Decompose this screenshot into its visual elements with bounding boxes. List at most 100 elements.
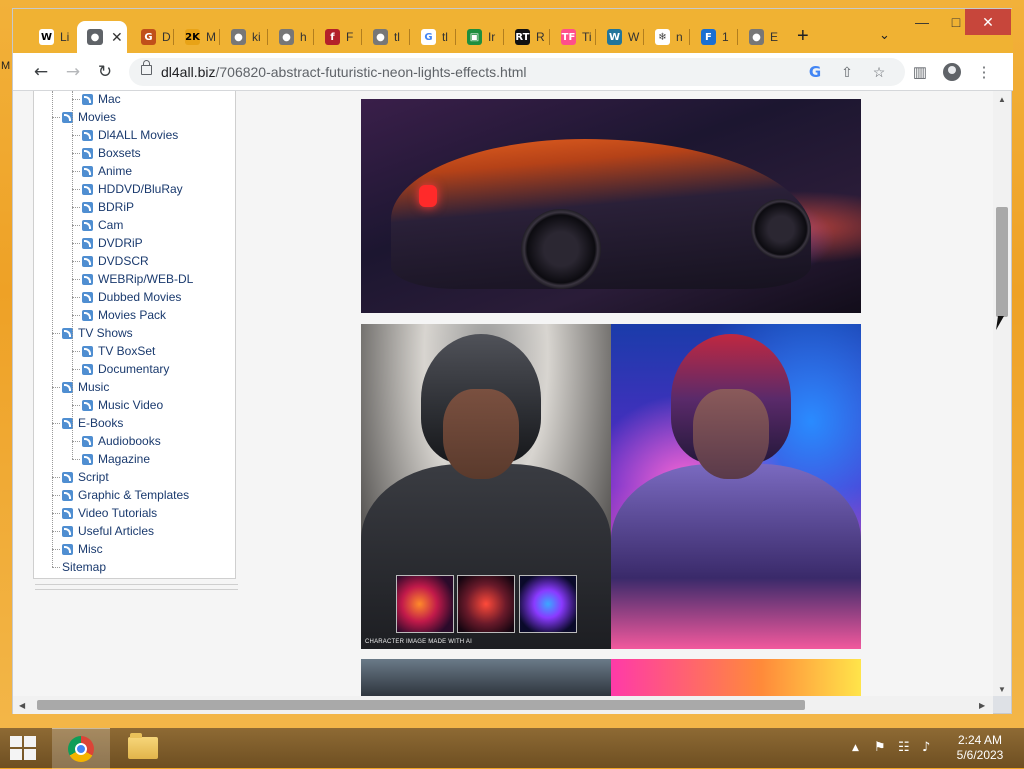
tab[interactable]: ● ki — [221, 21, 265, 53]
rss-feed-icon[interactable] — [82, 399, 93, 411]
preview-image-left[interactable] — [361, 659, 611, 696]
new-tab-button[interactable]: + — [797, 25, 809, 47]
rss-feed-icon[interactable] — [62, 471, 73, 483]
rss-feed-icon[interactable] — [82, 237, 93, 249]
rss-feed-icon[interactable] — [62, 525, 73, 537]
chrome-menu-icon[interactable]: ⋮ — [973, 61, 995, 83]
sidebar-item[interactable]: Movies — [62, 108, 116, 126]
tab[interactable]: TF Ti — [551, 21, 595, 53]
sidebar-item[interactable]: Dl4ALL Movies — [82, 126, 178, 144]
horizontal-scroll-thumb[interactable] — [37, 700, 805, 710]
taskbar-chrome-button[interactable] — [52, 728, 110, 769]
tab-search-button[interactable]: ⌄ — [879, 27, 890, 43]
preview-image-right[interactable] — [611, 659, 861, 696]
sidebar-item[interactable]: DVDSCR — [82, 252, 149, 270]
rss-feed-icon[interactable] — [82, 183, 93, 195]
sidebar-item[interactable]: Mac — [82, 91, 121, 108]
sidebar-item[interactable]: TV BoxSet — [82, 342, 155, 360]
tab[interactable]: ● E — [739, 21, 783, 53]
tab[interactable]: Gtl — [411, 21, 455, 53]
sidebar-item[interactable]: Magazine — [82, 450, 150, 468]
rss-feed-icon[interactable] — [82, 435, 93, 447]
rss-feed-icon[interactable] — [82, 363, 93, 375]
action-center-flag-icon[interactable]: ⚑ — [874, 740, 886, 755]
vertical-scroll-thumb[interactable] — [996, 207, 1008, 317]
address-bar[interactable]: dl4all.biz/706820-abstract-futuristic-ne… — [129, 58, 905, 86]
start-button[interactable] — [10, 736, 36, 760]
rss-feed-icon[interactable] — [62, 507, 73, 519]
tab[interactable]: RT R — [505, 21, 549, 53]
volume-muted-icon[interactable]: ♪ — [922, 740, 930, 755]
tab[interactable]: ▣ Ir — [457, 21, 501, 53]
url-text[interactable]: dl4all.biz/706820-abstract-futuristic-ne… — [161, 64, 526, 80]
sidebar-item[interactable]: Useful Articles — [62, 522, 154, 540]
rss-feed-icon[interactable] — [82, 219, 93, 231]
rss-feed-icon[interactable] — [82, 255, 93, 267]
bookmark-star-icon[interactable]: ☆ — [869, 62, 889, 82]
rss-feed-icon[interactable] — [82, 147, 93, 159]
tab[interactable]: W Li — [29, 21, 73, 53]
sidebar-item[interactable]: Sitemap — [62, 558, 106, 576]
sidebar-item[interactable]: BDRiP — [82, 198, 134, 216]
sidebar-item[interactable]: Movies Pack — [82, 306, 166, 324]
sidebar-item[interactable]: Misc — [62, 540, 103, 558]
tab[interactable]: fF — [315, 21, 359, 53]
rss-feed-icon[interactable] — [62, 543, 73, 555]
tab[interactable]: F1 — [691, 21, 735, 53]
rss-feed-icon[interactable] — [62, 489, 73, 501]
sidebar-item[interactable]: WEBRip/WEB-DL — [82, 270, 193, 288]
forward-button[interactable]: → — [61, 60, 85, 84]
neon-character-image[interactable] — [611, 324, 861, 649]
tab[interactable]: GD — [131, 21, 175, 53]
tab[interactable]: ● tl — [363, 21, 407, 53]
profile-avatar[interactable] — [941, 61, 963, 83]
back-button[interactable]: ← — [29, 60, 53, 84]
minimize-button[interactable]: — — [905, 9, 939, 35]
rss-feed-icon[interactable] — [82, 165, 93, 177]
rss-feed-icon[interactable] — [82, 201, 93, 213]
rss-feed-icon[interactable] — [82, 309, 93, 321]
lock-icon[interactable] — [141, 60, 152, 75]
scroll-left-arrow-icon[interactable]: ◀ — [19, 701, 25, 710]
scroll-down-arrow-icon[interactable]: ▼ — [998, 685, 1006, 694]
tab[interactable]: ● ✕ — [77, 21, 127, 53]
sidebar-item[interactable]: Video Tutorials — [62, 504, 157, 522]
sidebar-item[interactable]: Cam — [82, 216, 123, 234]
horizontal-scrollbar[interactable]: ◀ ▶ — [13, 696, 993, 714]
rss-feed-icon[interactable] — [82, 273, 93, 285]
sidebar-item[interactable]: Script — [62, 468, 109, 486]
sidebar-item[interactable]: Documentary — [82, 360, 169, 378]
sidebar-item[interactable]: Anime — [82, 162, 132, 180]
sidebar-item[interactable]: Music Video — [82, 396, 163, 414]
sidebar-item[interactable]: Audiobooks — [82, 432, 161, 450]
show-hidden-icons-icon[interactable]: ▲ — [852, 743, 859, 753]
tab[interactable]: WW — [597, 21, 641, 53]
system-clock[interactable]: 2:24 AM 5/6/2023 — [948, 733, 1012, 763]
share-icon[interactable]: ⇧ — [837, 62, 857, 82]
taskbar-file-explorer-button[interactable] — [114, 728, 172, 768]
armored-character-image[interactable]: CHARACTER IMAGE MADE WITH AI — [361, 324, 611, 649]
sidebar-item[interactable]: Dubbed Movies — [82, 288, 181, 306]
tab-close-icon[interactable]: ✕ — [111, 29, 123, 46]
rss-feed-icon[interactable] — [82, 129, 93, 141]
sidebar-item[interactable]: Music — [62, 378, 109, 396]
sidebar-item[interactable]: DVDRiP — [82, 234, 143, 252]
side-panel-icon[interactable]: ▥ — [909, 61, 931, 83]
desktop-icon-label[interactable]: M — [1, 60, 10, 72]
tab[interactable]: ● h — [269, 21, 313, 53]
rss-feed-icon[interactable] — [82, 453, 93, 465]
scroll-right-arrow-icon[interactable]: ▶ — [979, 701, 985, 710]
rss-feed-icon[interactable] — [82, 291, 93, 303]
sidebar-item[interactable]: Graphic & Templates — [62, 486, 189, 504]
sidebar-item[interactable]: Boxsets — [82, 144, 141, 162]
network-icon[interactable]: ☷ — [898, 740, 910, 755]
rss-feed-icon[interactable] — [82, 93, 93, 105]
reload-button[interactable]: ↻ — [93, 60, 117, 84]
sidebar-item[interactable]: HDDVD/BluRay — [82, 180, 183, 198]
scroll-up-arrow-icon[interactable]: ▲ — [998, 95, 1006, 104]
vertical-scrollbar[interactable]: ▲ ▼ — [993, 91, 1011, 696]
tab[interactable]: ❄ n — [645, 21, 689, 53]
rss-feed-icon[interactable] — [82, 345, 93, 357]
tab[interactable]: 2K M — [175, 21, 219, 53]
close-window-button[interactable]: ✕ — [965, 9, 1011, 35]
